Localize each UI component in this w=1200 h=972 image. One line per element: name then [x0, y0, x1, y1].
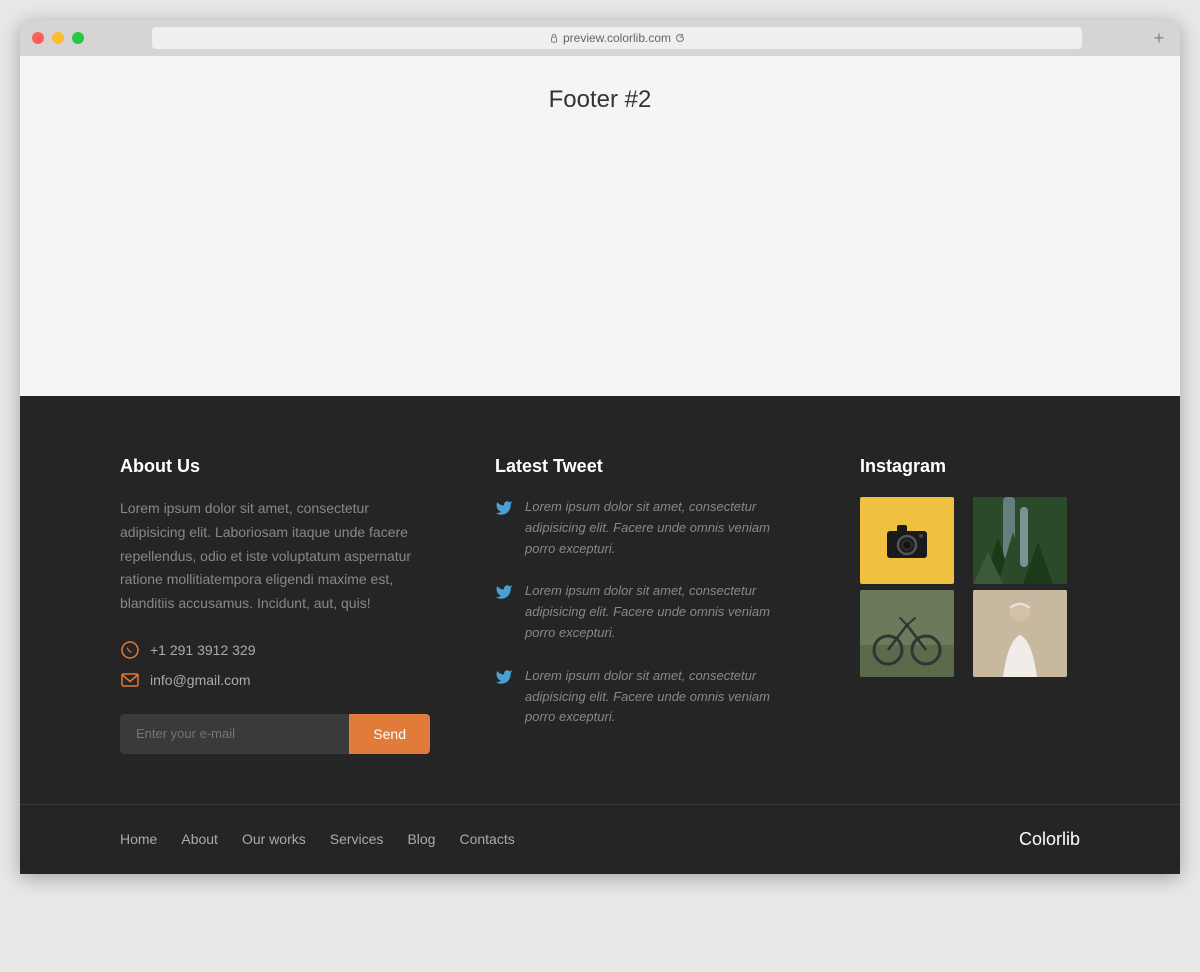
twitter-icon-1 — [495, 499, 513, 517]
email-contact: info@gmail.com — [120, 670, 430, 690]
footer-main-columns: About Us Lorem ipsum dolor sit amet, con… — [20, 456, 1180, 754]
browser-window: preview.colorlib.com + Footer #2 About U… — [20, 20, 1180, 874]
footer-brand: Colorlib — [1019, 829, 1080, 850]
twitter-icon-2 — [495, 583, 513, 601]
instagram-title: Instagram — [860, 456, 1080, 477]
instagram-photo-2[interactable] — [973, 497, 1067, 584]
footer-nav: Home About Our works Services Blog Conta… — [120, 831, 515, 847]
send-button[interactable]: Send — [349, 714, 430, 754]
footer: About Us Lorem ipsum dolor sit amet, con… — [20, 396, 1180, 874]
about-title: About Us — [120, 456, 430, 477]
about-description: Lorem ipsum dolor sit amet, consectetur … — [120, 497, 430, 616]
nav-link-blog[interactable]: Blog — [407, 831, 435, 847]
maximize-button[interactable] — [72, 32, 84, 44]
phone-contact: +1 291 3912 329 — [120, 640, 430, 660]
tweet-text-3: Lorem ipsum dolor sit amet, consectetur … — [525, 666, 795, 728]
footer-instagram-column: Instagram — [860, 456, 1080, 754]
tweet-text-2: Lorem ipsum dolor sit amet, consectetur … — [525, 581, 795, 643]
forest-svg — [973, 497, 1067, 584]
tweet-item-3: Lorem ipsum dolor sit amet, consectetur … — [495, 666, 795, 728]
camera-svg — [883, 521, 931, 561]
footer-about-column: About Us Lorem ipsum dolor sit amet, con… — [120, 456, 430, 754]
url-text: preview.colorlib.com — [563, 31, 671, 45]
instagram-photo-1[interactable] — [860, 497, 954, 584]
new-tab-button[interactable]: + — [1150, 29, 1168, 47]
phone-icon — [120, 640, 140, 660]
email-input[interactable] — [120, 714, 349, 754]
email-subscribe-form: Send — [120, 714, 430, 754]
tweet-item-1: Lorem ipsum dolor sit amet, consectetur … — [495, 497, 795, 559]
tweet-item-2: Lorem ipsum dolor sit amet, consectetur … — [495, 581, 795, 643]
nav-link-about[interactable]: About — [181, 831, 218, 847]
minimize-button[interactable] — [52, 32, 64, 44]
nav-link-services[interactable]: Services — [330, 831, 384, 847]
lock-icon — [549, 33, 559, 43]
email-address: info@gmail.com — [150, 672, 251, 688]
bride-svg — [973, 590, 1067, 677]
phone-number: +1 291 3912 329 — [150, 642, 256, 658]
tweet-title: Latest Tweet — [495, 456, 795, 477]
browser-titlebar: preview.colorlib.com + — [20, 20, 1180, 56]
nav-link-contacts[interactable]: Contacts — [459, 831, 514, 847]
refresh-icon[interactable] — [675, 33, 685, 43]
twitter-icon-3 — [495, 668, 513, 686]
page-title: Footer #2 — [549, 86, 652, 114]
instagram-photo-3[interactable] — [860, 590, 954, 677]
nav-link-home[interactable]: Home — [120, 831, 157, 847]
nav-link-our-works[interactable]: Our works — [242, 831, 306, 847]
email-icon — [120, 670, 140, 690]
address-bar[interactable]: preview.colorlib.com — [152, 27, 1082, 49]
footer-tweet-column: Latest Tweet Lorem ipsum dolor sit amet,… — [495, 456, 795, 754]
page-content-area: Footer #2 — [20, 56, 1180, 396]
footer-bottom: Home About Our works Services Blog Conta… — [20, 804, 1180, 874]
instagram-grid — [860, 497, 1080, 677]
motorbike-svg — [860, 590, 954, 677]
instagram-photo-4[interactable] — [973, 590, 1067, 677]
tweet-text-1: Lorem ipsum dolor sit amet, consectetur … — [525, 497, 795, 559]
close-button[interactable] — [32, 32, 44, 44]
